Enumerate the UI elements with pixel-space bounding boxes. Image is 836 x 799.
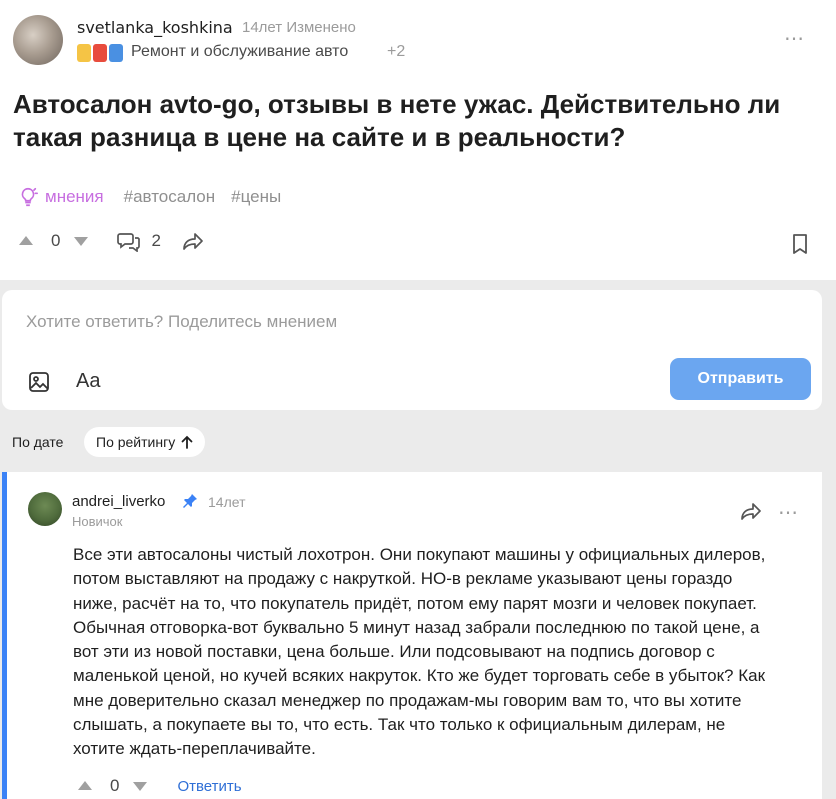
post-score: 0	[51, 231, 61, 250]
post-time: 14лет Изменено	[242, 19, 356, 36]
image-icon[interactable]	[28, 371, 50, 393]
comment-avatar[interactable]	[28, 492, 62, 526]
comment-text: Все эти автосалоны чистый лохотрон. Они …	[73, 545, 766, 759]
post-card: svetlanka_koshkina 14лет Изменено Ремонт…	[0, 0, 836, 280]
category-badges	[77, 44, 123, 62]
reply-input[interactable]: Хотите ответить? Поделитесь мнением	[26, 312, 337, 332]
post-category[interactable]: Ремонт и обслуживание авто	[131, 43, 348, 61]
category-badge	[77, 44, 91, 62]
comment-upvote-icon[interactable]	[76, 777, 94, 795]
category-badge	[93, 44, 107, 62]
reply-link[interactable]: Ответить	[177, 778, 241, 795]
arrow-up-icon	[181, 435, 193, 449]
comment-author-rank: Новичок	[72, 514, 123, 529]
bookmark-icon[interactable]	[791, 233, 809, 255]
comment-actions: 0 Ответить	[76, 776, 242, 796]
comment-downvote-icon[interactable]	[131, 777, 149, 795]
comment-time: 14лет	[208, 494, 246, 510]
author-avatar[interactable]	[13, 15, 63, 65]
sort-by-rating-label: По рейтингу	[96, 434, 176, 450]
reply-composer: Хотите ответить? Поделитесь мнением Aa О…	[2, 290, 822, 410]
share-icon[interactable]	[182, 231, 204, 251]
post-actions: 0 2	[17, 230, 204, 252]
text-format-button[interactable]: Aa	[76, 370, 100, 393]
comments-icon[interactable]	[117, 230, 141, 252]
upvote-icon[interactable]	[17, 232, 35, 250]
tag-opinions[interactable]: мнения	[45, 187, 104, 207]
category-badge	[109, 44, 123, 62]
comment-author[interactable]: andrei_liverko	[72, 493, 165, 510]
post-category-more[interactable]: +2	[387, 43, 405, 61]
tag-prices[interactable]: #цены	[231, 187, 281, 207]
post-author[interactable]: svetlanka_koshkina	[77, 18, 233, 37]
sort-by-date[interactable]: По дате	[0, 427, 75, 457]
comment-more-icon[interactable]: ⋯	[778, 500, 798, 525]
post-tags: мнения #автосалон #цены	[17, 186, 297, 208]
comment-share-icon[interactable]	[740, 501, 762, 521]
pin-icon	[183, 494, 197, 508]
lightbulb-icon	[21, 187, 38, 207]
comment-card: andrei_liverko 14лет Новичок ⋯ Все эти а…	[2, 472, 822, 799]
post-title: Автосалон avto-go, отзывы в нете ужас. Д…	[13, 89, 781, 152]
sort-by-rating[interactable]: По рейтингу	[84, 427, 206, 457]
send-button[interactable]: Отправить	[670, 358, 811, 400]
comments-count: 2	[151, 231, 161, 250]
comment-score: 0	[110, 776, 120, 795]
tag-autosalon[interactable]: #автосалон	[124, 187, 216, 207]
more-options-icon[interactable]: ⋯	[784, 26, 805, 51]
downvote-icon[interactable]	[72, 232, 90, 250]
